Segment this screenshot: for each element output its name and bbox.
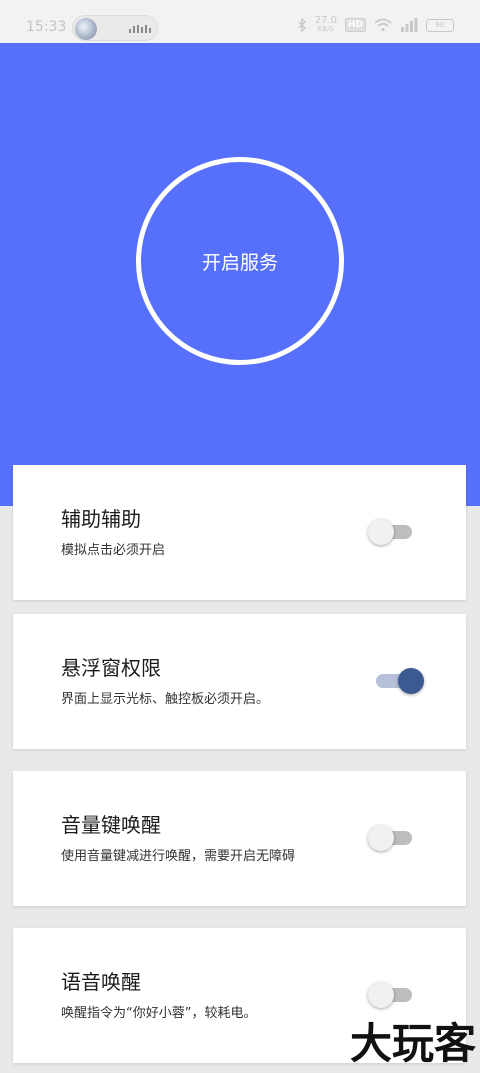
start-service-button[interactable]: 开启服务: [136, 157, 344, 365]
call-indicator-pill[interactable]: [72, 15, 158, 41]
voice-wake-toggle[interactable]: [368, 982, 412, 1008]
signal-icon: [401, 18, 418, 32]
network-speed: 27.0 KB/S: [314, 15, 337, 34]
hero-banner: 开启服务: [0, 43, 480, 506]
card-title: 辅助辅助: [61, 507, 141, 531]
watermark-logo: 大玩客: [349, 1019, 476, 1068]
toggle-thumb: [398, 668, 424, 694]
overlay-permission-toggle[interactable]: [376, 668, 424, 694]
status-bar: 15:33 27.0 KB/S HD 60: [0, 0, 480, 43]
status-icons: 27.0 KB/S HD 60: [298, 15, 454, 34]
start-service-label: 开启服务: [201, 251, 278, 274]
volume-key-wake-toggle[interactable]: [368, 825, 412, 851]
card-description: 界面上显示光标、触控板必须开启。: [61, 692, 270, 707]
toggle-thumb: [368, 825, 394, 851]
wifi-icon: [374, 18, 392, 32]
avatar: [75, 18, 97, 40]
card-title: 音量键唤醒: [61, 813, 161, 837]
audio-level-icon: [129, 25, 151, 33]
status-time: 15:33: [26, 19, 67, 35]
card-description: 唤醒指令为“你好小蓉”，较耗电。: [61, 1006, 257, 1021]
card-title: 悬浮窗权限: [61, 656, 161, 680]
card-title: 语音唤醒: [61, 970, 141, 994]
bluetooth-icon: [298, 18, 306, 32]
toggle-thumb: [368, 519, 394, 545]
network-speed-value: 27.0: [314, 15, 337, 26]
battery-icon: 60: [426, 18, 454, 32]
hd-badge: HD: [344, 18, 366, 32]
network-speed-unit: KB/S: [317, 25, 334, 33]
setting-card-volume-key-wake: 音量键唤醒 使用音量键减进行唤醒，需要开启无障碍: [13, 771, 466, 906]
setting-card-accessibility: 辅助辅助 模拟点击必须开启: [13, 465, 466, 600]
card-description: 模拟点击必须开启: [61, 543, 166, 558]
card-description: 使用音量键减进行唤醒，需要开启无障碍: [61, 849, 296, 864]
accessibility-toggle[interactable]: [368, 519, 412, 545]
setting-card-overlay-permission: 悬浮窗权限 界面上显示光标、触控板必须开启。: [13, 614, 466, 749]
toggle-thumb: [368, 982, 394, 1008]
